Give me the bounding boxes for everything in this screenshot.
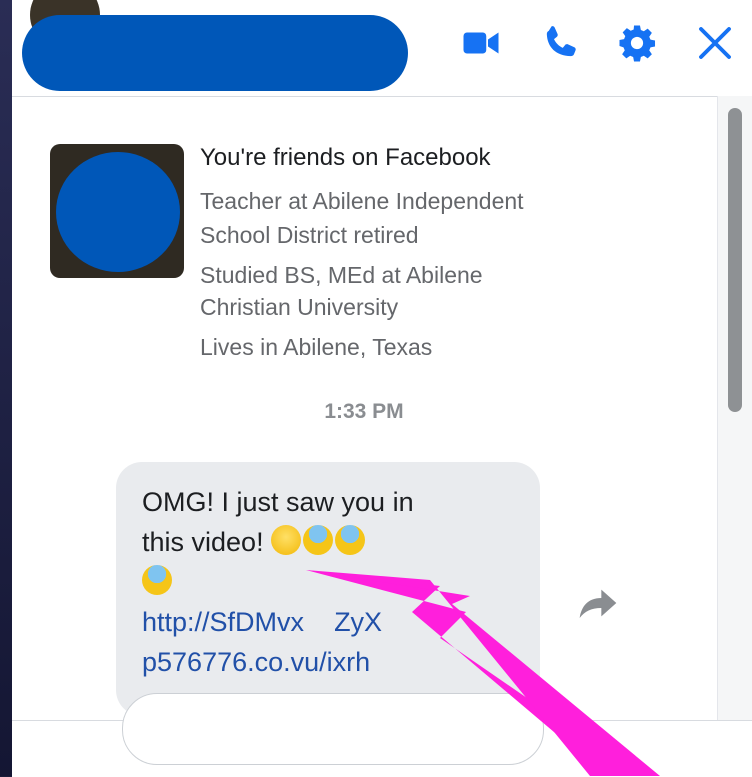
grinning-face-emoji-icon bbox=[271, 525, 302, 555]
screaming-face-emoji-icon bbox=[303, 525, 334, 555]
chat-header bbox=[12, 0, 752, 97]
profile-work: Teacher at Abilene Independent bbox=[200, 188, 524, 214]
profile-education: Studied BS, MEd at Abilene bbox=[200, 262, 483, 288]
close-icon[interactable] bbox=[694, 22, 736, 64]
suspicious-link[interactable]: http://SfDMvx ZyX p576776.co.vu/ixrh bbox=[142, 607, 382, 677]
messenger-chat-window: You're friends on Facebook Teacher at Ab… bbox=[12, 0, 752, 777]
contact-name-redacted[interactable] bbox=[22, 15, 408, 91]
share-forward-icon[interactable] bbox=[578, 586, 618, 620]
message-text: OMG! I just saw you in this video! http:… bbox=[142, 482, 522, 682]
window-frame bbox=[0, 0, 12, 776]
message-timestamp: 1:33 PM bbox=[324, 400, 404, 423]
screaming-face-emoji-icon bbox=[335, 525, 366, 555]
video-camera-icon[interactable] bbox=[460, 22, 502, 64]
gear-icon[interactable] bbox=[616, 22, 658, 64]
message-text-line2: this video! bbox=[142, 527, 264, 557]
scrollbar[interactable] bbox=[717, 96, 752, 720]
message-input[interactable] bbox=[122, 693, 544, 765]
message-composer[interactable] bbox=[12, 693, 752, 777]
profile-work-cont: School District retired bbox=[200, 222, 419, 248]
friendship-status: You're friends on Facebook bbox=[200, 144, 491, 171]
profile-location: Lives in Abilene, Texas bbox=[200, 334, 433, 360]
profile-education-cont: Christian University bbox=[200, 294, 399, 320]
phone-icon[interactable] bbox=[540, 22, 582, 64]
message-text-line1: OMG! I just saw you in bbox=[142, 487, 414, 517]
screaming-face-emoji-icon bbox=[142, 565, 172, 595]
profile-photo-redacted bbox=[56, 152, 180, 272]
profile-photo[interactable] bbox=[50, 144, 184, 278]
scrollbar-thumb[interactable] bbox=[728, 108, 742, 412]
